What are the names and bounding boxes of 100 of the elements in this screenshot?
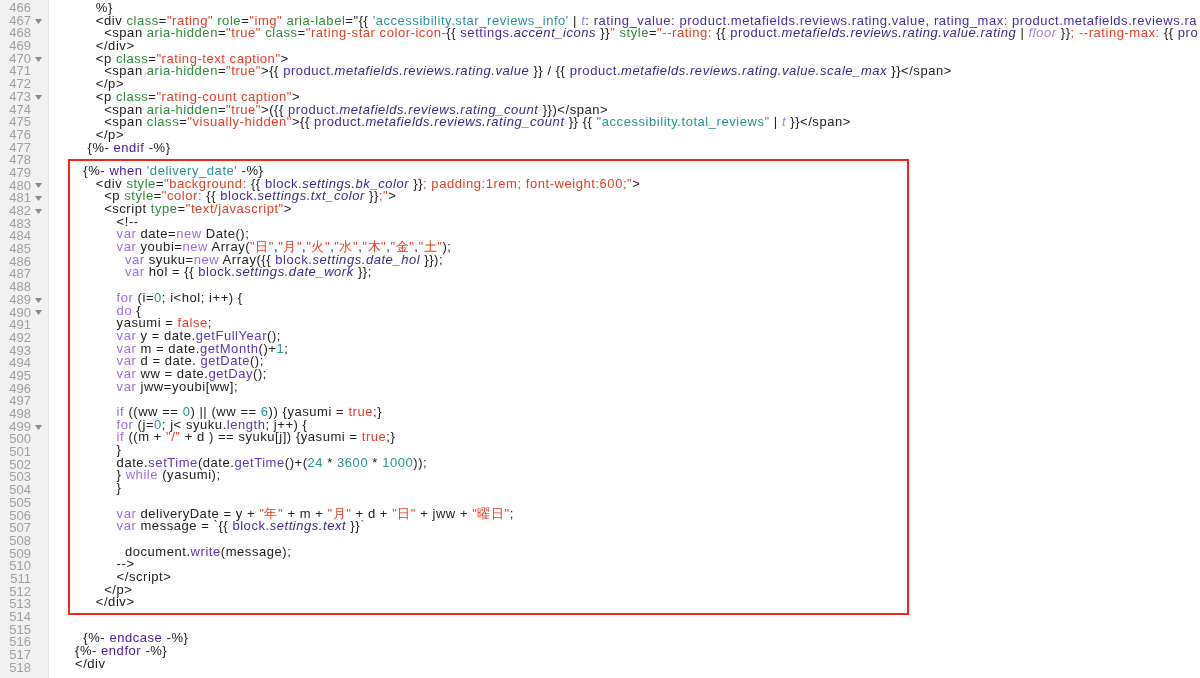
line-number: 514 [8, 611, 31, 624]
code-line: <span aria-hidden="true">({{ product.metafields.reviews.rating_count }})</span> [104, 103, 609, 117]
fold-caret-icon[interactable] [34, 196, 42, 202]
code-line: <div style="background: {{ block.settings.bk_color }}; padding:1rem; font-weight:600;"> [95, 177, 641, 191]
line-number: 507 [8, 522, 31, 535]
code-line: </div [75, 657, 106, 671]
line-number: 518 [8, 661, 31, 675]
line-number: 487 [8, 268, 31, 282]
fold-caret-icon[interactable] [34, 297, 42, 303]
code-line: --> [115, 558, 135, 571]
line-number: 477 [8, 141, 31, 155]
line-number: 504 [8, 484, 31, 497]
line-number: 485 [8, 243, 31, 256]
line-number: 494 [8, 357, 31, 370]
code-line: <span class="visually-hidden">{{ product.metafields.reviews.rating_count }} {{ "accessibility.total_reviews" | t }}</span> [104, 116, 851, 129]
line-number: 488 [8, 281, 31, 294]
line-number: 472 [8, 78, 31, 91]
code-line: var message = `{{ block.settings.text }}` [115, 520, 366, 533]
code-line: <p class="rating-count caption"> [94, 90, 301, 104]
code-line: yasumi = false; [115, 317, 212, 330]
code-line: {%- endif -%} [86, 141, 171, 155]
code-line: for (i=0; i<hol; i++) { [115, 291, 243, 305]
code-line: {%- endfor -%} [75, 645, 168, 658]
line-number: 470 [8, 52, 31, 66]
code-line: document.write(message); [123, 545, 292, 559]
line-number: 490 [8, 306, 31, 320]
code-line: if ((m + "/" + d ) == syuku[j]) {yasumi = true;} [115, 431, 396, 445]
code-line: var syuku=new Array({{ block.settings.date_hol }}); [123, 253, 444, 267]
code-line: if ((ww == 0) || (ww == 6)) {yasumi = true;} [115, 406, 383, 419]
fold-caret-icon[interactable] [34, 310, 42, 316]
line-number: 471 [8, 65, 31, 79]
code-line: </script> [115, 570, 172, 584]
code-line: } [115, 444, 122, 457]
line-number: 483 [8, 217, 31, 231]
code-line: <span aria-hidden="true">{{ product.metafields.reviews.rating.value }} / {{ product.metafields.reviews.rating.value.scale_max }}</span> [104, 65, 952, 79]
line-number: 513 [8, 598, 31, 611]
line-number: 474 [8, 103, 31, 117]
line-number: 512 [8, 585, 31, 599]
line-number: 469 [8, 40, 31, 53]
line-number: 479 [8, 166, 31, 180]
line-number: 476 [8, 128, 31, 142]
code-line: } [115, 482, 122, 495]
line-number: 503 [8, 471, 31, 485]
code-line: var ww = date.getDay(); [115, 367, 267, 381]
line-number: 517 [8, 649, 31, 662]
line-number: 481 [8, 192, 31, 205]
fold-caret-icon[interactable] [34, 208, 42, 214]
line-number: 502 [8, 458, 31, 472]
code-line: </p> [95, 128, 125, 142]
code-line: do { [115, 304, 142, 318]
fold-caret-icon[interactable] [34, 18, 42, 24]
code-line: <div class="rating" role="img" aria-label="{{ 'accessibility.star_reviews_info' | t: rating_value: product.metafields.reviews.rating.value, rating_max: product.metafields.reviews.ra [94, 14, 1198, 28]
line-number: 473 [8, 90, 31, 104]
line-number: 501 [8, 446, 31, 459]
fold-caret-icon[interactable] [34, 424, 42, 430]
line-number: 498 [8, 408, 31, 421]
code-line: var d = date. getDate(); [115, 355, 264, 368]
line-number: 478 [8, 154, 31, 167]
line-number: 495 [8, 369, 31, 383]
code-line: date.setTime(date.getTime()+(24 * 3600 * 1000)); [115, 456, 428, 470]
line-number: 506 [8, 509, 31, 523]
line-number: 475 [8, 116, 31, 129]
code-line: </div> [94, 40, 135, 53]
code-line: <script type="text/javascript"> [103, 203, 292, 216]
code-line: var jww=youbi[ww]; [115, 380, 239, 394]
line-number: 492 [8, 331, 31, 345]
code-line: <span aria-hidden="true" class="rating-star color-icon-{{ settings.accent_icons }}" style="--rating: {{ product.metafields.reviews.rating.value.rating | floor }}; --rating-max: {{ pro [104, 27, 1199, 41]
line-number: 508 [8, 534, 31, 548]
code-line: %} [94, 2, 113, 15]
line-number: 505 [8, 496, 31, 510]
line-number: 491 [8, 319, 31, 332]
code-line: var date=new Date(); [115, 228, 250, 242]
code-line: for (j=0; j< syuku.length; j++) { [115, 418, 308, 432]
line-number: 516 [8, 636, 31, 650]
line-number: 466 [8, 2, 31, 15]
line-number: 511 [9, 572, 31, 586]
code-line: {%- endcase -%} [82, 632, 189, 646]
line-number: 509 [8, 547, 31, 561]
line-number: 499 [8, 420, 31, 434]
code-line: var y = date.getFullYear(); [115, 329, 281, 343]
line-number: 482 [8, 205, 31, 218]
code-line: var hol = {{ block.settings.date_work }}; [123, 266, 372, 280]
fold-caret-icon[interactable] [34, 94, 42, 100]
code-line: var youbi=new Array("日","月","火","水","木","金","土"); [115, 241, 452, 254]
code-line: </div> [94, 596, 135, 609]
line-number: 480 [8, 179, 31, 193]
line-number: 510 [8, 560, 31, 573]
line-number: 489 [8, 293, 31, 307]
code-line: <p class="rating-text caption"> [94, 52, 289, 66]
line-number: 467 [8, 14, 31, 28]
line-number: 515 [8, 623, 31, 637]
line-number: 500 [8, 433, 31, 447]
fold-caret-icon[interactable] [34, 56, 42, 62]
code-line: {%- when 'delivery_date' -%} [82, 164, 264, 178]
line-number: 484 [8, 230, 31, 244]
code-line: <p style="color: {{ block.settings.txt_color }};"> [103, 190, 397, 203]
line-number: 486 [8, 255, 31, 269]
fold-caret-icon[interactable] [34, 183, 42, 189]
line-number: 497 [8, 395, 31, 408]
code-line: var m = date.getMonth()+1; [115, 342, 289, 356]
